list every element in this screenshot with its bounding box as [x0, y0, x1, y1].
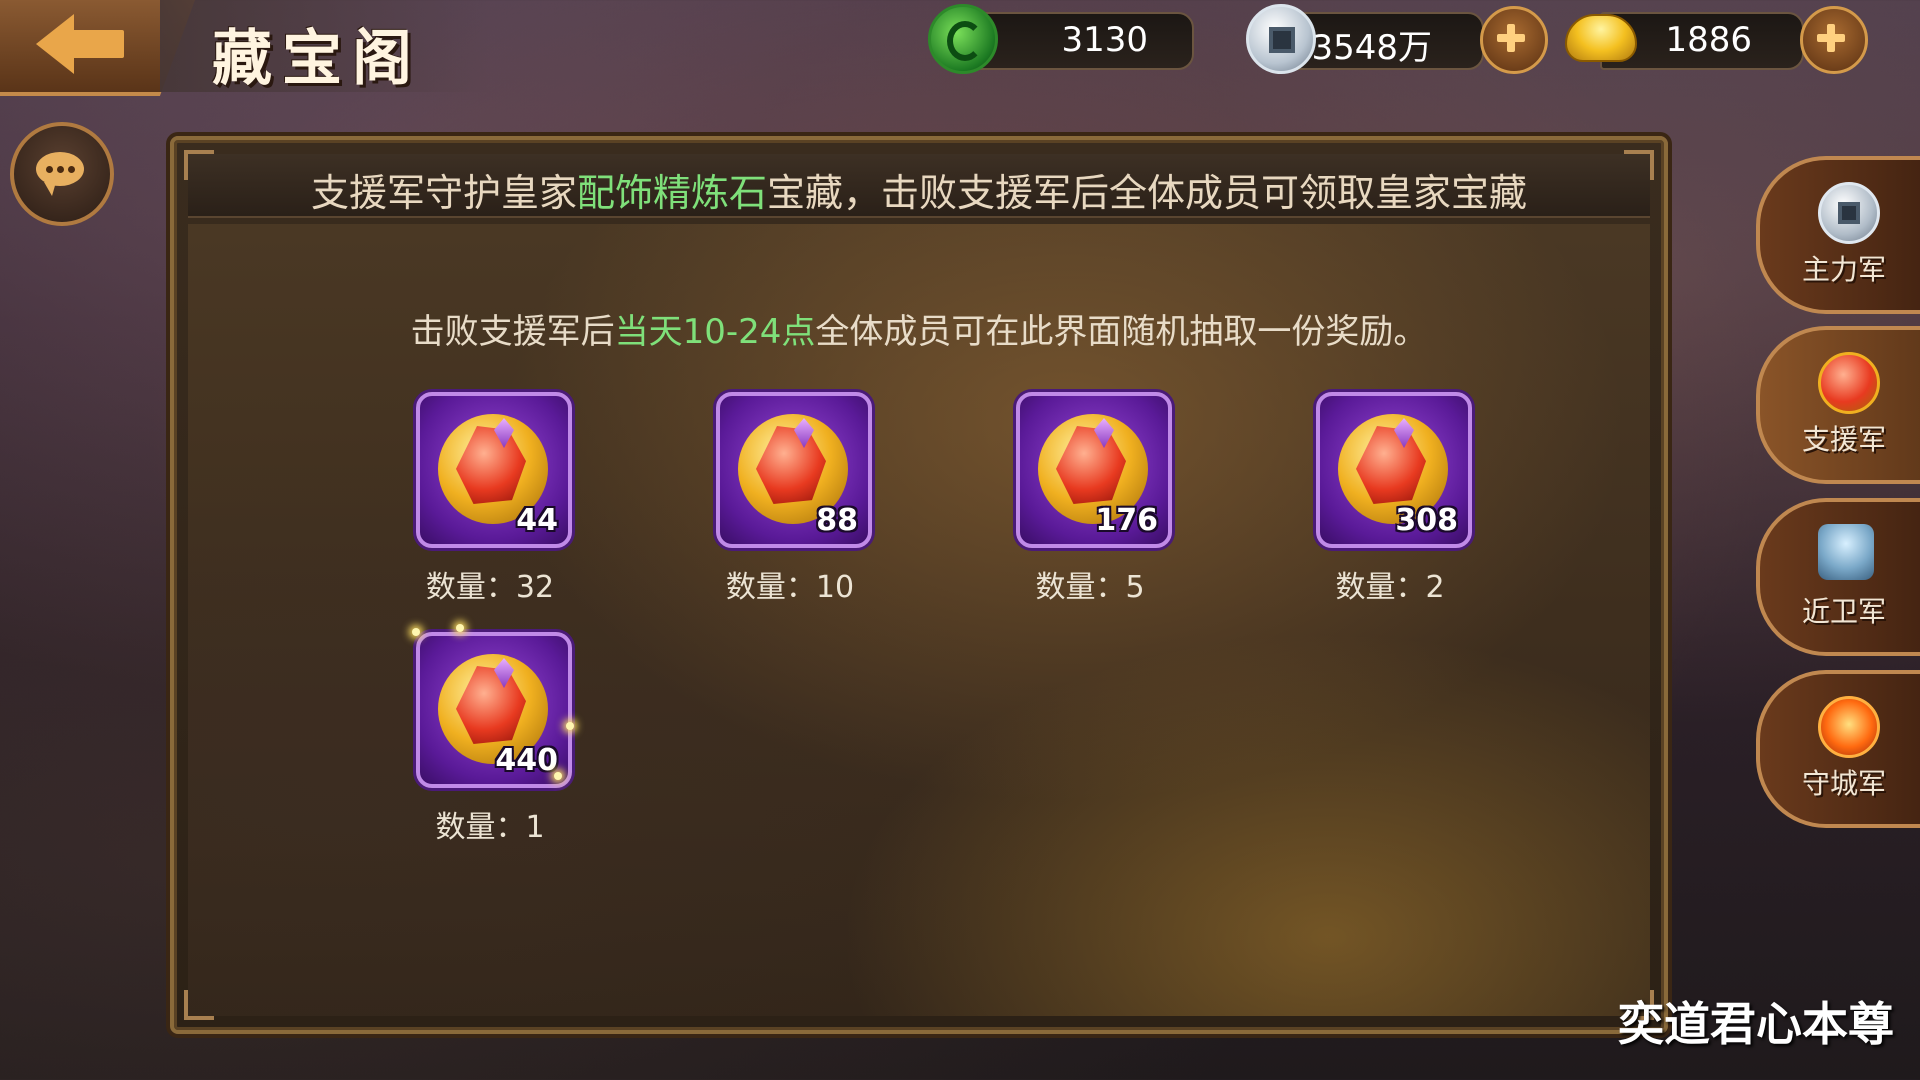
gold-value: 1886 [1665, 20, 1752, 60]
chat-dot [57, 166, 64, 173]
reward-quantity: 数量：1 [435, 810, 545, 845]
reward-amount: 44 [516, 503, 558, 538]
notice-text: 支援军守护皇家配饰精炼石宝藏，击败支援军后全体成员可领取皇家宝藏 [174, 162, 1664, 217]
notice-post: 宝藏，击败支援军后全体成员可领取皇家宝藏 [767, 171, 1528, 215]
watermark-text: 奕道君心本尊 [1618, 997, 1894, 1051]
reward-tile: 44 [416, 392, 572, 548]
add-gold-button[interactable] [1800, 6, 1868, 74]
chat-dot [46, 166, 53, 173]
notice-highlight: 配饰精炼石 [576, 171, 767, 215]
treasure-panel: 支援军守护皇家配饰精炼石宝藏，击败支援军后全体成员可领取皇家宝藏 击败支援军后当… [170, 136, 1668, 1034]
chat-icon [36, 152, 84, 196]
lion-statue-icon [1818, 524, 1874, 580]
sparkle-effect [566, 722, 574, 730]
sparkle-effect [412, 628, 420, 636]
fire-orb-icon [1818, 696, 1880, 758]
tab-support-army[interactable]: 支援军 [1756, 326, 1920, 484]
coin-value: 3548万 [1311, 28, 1432, 68]
jade-value: 3130 [1061, 20, 1148, 60]
reward-quantity: 数量：32 [425, 570, 555, 605]
reward-item[interactable]: 176 数量：5 [1016, 392, 1172, 606]
notice-pre: 支援军守护皇家 [310, 171, 577, 215]
gold-ingot-icon [1565, 14, 1637, 62]
gem-icon [1818, 352, 1880, 414]
back-arrow-icon [36, 14, 74, 74]
rule-highlight: 当天10-24点 [614, 312, 816, 352]
reward-tile: 88 [716, 392, 872, 548]
reward-tile: 308 [1316, 392, 1472, 548]
tab-label: 支援军 [1802, 423, 1887, 456]
reward-amount: 176 [1095, 503, 1158, 538]
tab-main-army[interactable]: 主力军 [1756, 156, 1920, 314]
tab-guard-army[interactable]: 近卫军 [1756, 498, 1920, 656]
page-title: 藏宝阁 [212, 24, 422, 94]
sparkle-effect [554, 772, 562, 780]
back-arrow-shaft [70, 30, 124, 58]
draw-rule-text: 击败支援军后当天10-24点全体成员可在此界面随机抽取一份奖励。 [174, 304, 1664, 353]
reward-quantity: 数量：5 [1035, 570, 1145, 605]
coin-icon [1246, 4, 1316, 74]
sparkle-effect [456, 624, 464, 632]
rule-pre: 击败支援军后 [410, 312, 615, 352]
jade-dragon-icon [928, 4, 998, 74]
reward-amount: 308 [1395, 503, 1458, 538]
reward-quantity: 数量：2 [1335, 570, 1445, 605]
coin-icon [1818, 182, 1880, 244]
reward-tile: 440 [416, 632, 572, 788]
tab-label: 近卫军 [1802, 595, 1887, 628]
reward-amount: 440 [495, 743, 558, 778]
reward-item[interactable]: 44 数量：32 [416, 392, 572, 606]
reward-item-rare[interactable]: 440 数量：1 [412, 624, 574, 846]
chat-dot [68, 166, 75, 173]
add-coins-button[interactable] [1480, 6, 1548, 74]
reward-tile: 176 [1016, 392, 1172, 548]
tab-label: 主力军 [1802, 253, 1887, 286]
tab-label: 守城军 [1802, 767, 1887, 800]
reward-amount: 88 [816, 503, 858, 538]
reward-item[interactable]: 308 数量：2 [1316, 392, 1472, 606]
chat-button[interactable] [10, 122, 114, 226]
reward-quantity: 数量：10 [725, 570, 855, 605]
rule-post: 全体成员可在此界面随机抽取一份奖励。 [815, 312, 1428, 352]
reward-item[interactable]: 88 数量：10 [716, 392, 872, 606]
tab-city-defense[interactable]: 守城军 [1756, 670, 1920, 828]
